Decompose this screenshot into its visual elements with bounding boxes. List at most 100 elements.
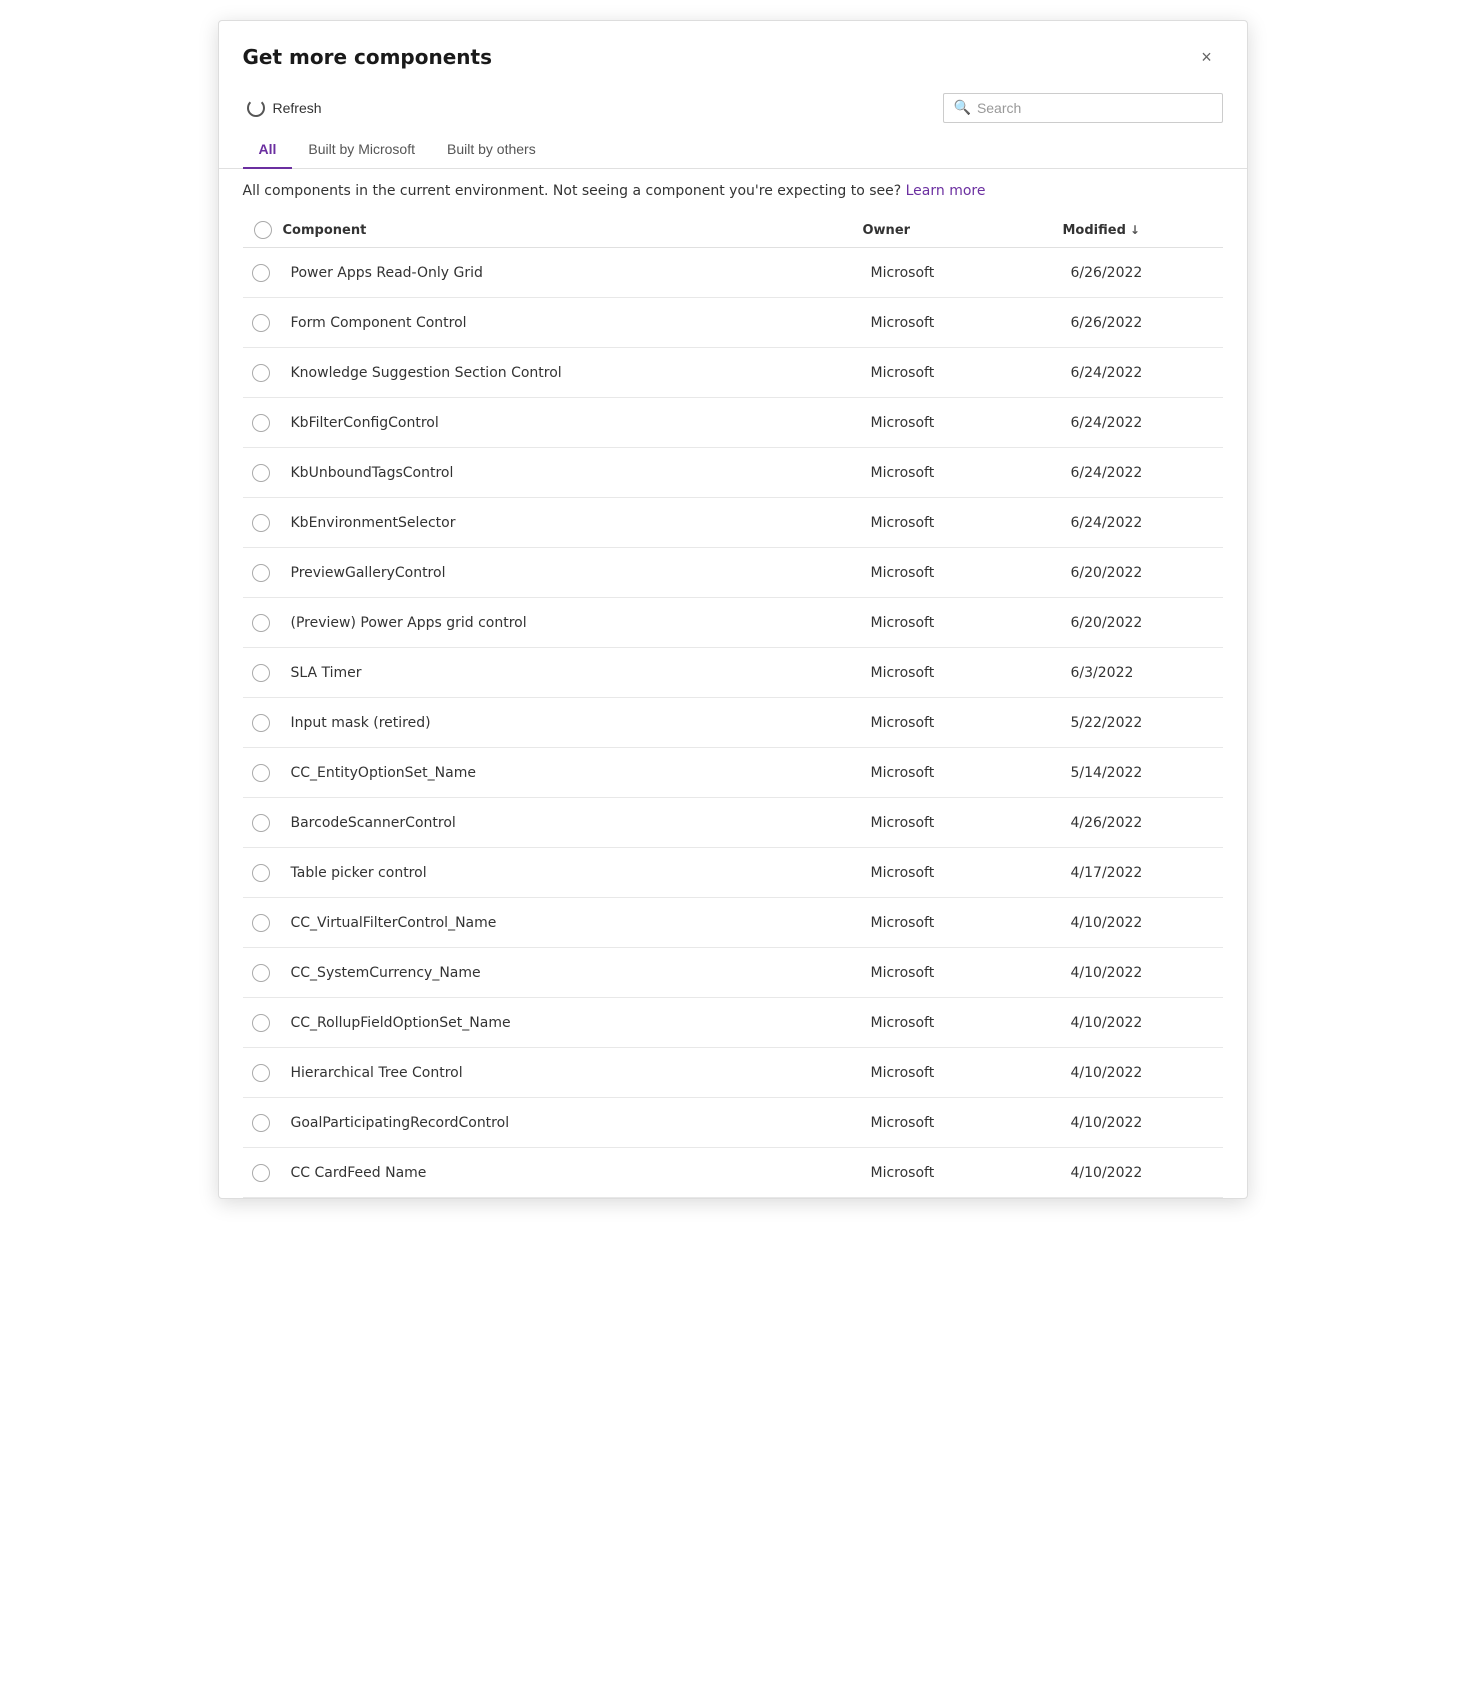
row-checkbox[interactable] — [252, 664, 270, 682]
search-box: 🔍 — [943, 93, 1223, 123]
row-checkbox-cell — [243, 700, 283, 746]
row-checkbox[interactable] — [252, 714, 270, 732]
table-row[interactable]: Power Apps Read-Only Grid Microsoft 6/26… — [243, 248, 1223, 298]
row-checkbox[interactable] — [252, 264, 270, 282]
table-row[interactable]: Form Component Control Microsoft 6/26/20… — [243, 298, 1223, 348]
owner-cell: Microsoft — [863, 701, 1063, 745]
info-bar: All components in the current environmen… — [219, 169, 1247, 213]
row-checkbox-cell — [243, 1150, 283, 1196]
table-row[interactable]: KbEnvironmentSelector Microsoft 6/24/202… — [243, 498, 1223, 548]
table-row[interactable]: Hierarchical Tree Control Microsoft 4/10… — [243, 1048, 1223, 1098]
table-row[interactable]: SLA Timer Microsoft 6/3/2022 — [243, 648, 1223, 698]
row-checkbox[interactable] — [252, 1114, 270, 1132]
owner-cell: Microsoft — [863, 1101, 1063, 1145]
row-checkbox[interactable] — [252, 1014, 270, 1032]
component-cell: SLA Timer — [283, 651, 863, 695]
table-row[interactable]: GoalParticipatingRecordControl Microsoft… — [243, 1098, 1223, 1148]
table-row[interactable]: CC CardFeed Name Microsoft 4/10/2022 — [243, 1148, 1223, 1198]
info-text: All components in the current environmen… — [243, 183, 902, 199]
owner-cell: Microsoft — [863, 451, 1063, 495]
row-checkbox-cell — [243, 500, 283, 546]
component-cell: CC CardFeed Name — [283, 1151, 863, 1195]
owner-cell: Microsoft — [863, 1001, 1063, 1045]
modified-cell: 6/3/2022 — [1063, 651, 1223, 695]
table-row[interactable]: KbFilterConfigControl Microsoft 6/24/202… — [243, 398, 1223, 448]
tab-built-by-others[interactable]: Built by others — [431, 131, 552, 169]
owner-cell: Microsoft — [863, 351, 1063, 395]
table-row[interactable]: CC_VirtualFilterControl_Name Microsoft 4… — [243, 898, 1223, 948]
row-checkbox[interactable] — [252, 764, 270, 782]
select-all-checkbox[interactable] — [254, 221, 272, 239]
modified-cell: 4/10/2022 — [1063, 951, 1223, 995]
row-checkbox-cell — [243, 250, 283, 296]
tabs-bar: All Built by Microsoft Built by others — [219, 131, 1247, 169]
tab-built-by-microsoft[interactable]: Built by Microsoft — [292, 131, 431, 169]
modified-cell: 4/10/2022 — [1063, 901, 1223, 945]
component-cell: KbFilterConfigControl — [283, 401, 863, 445]
refresh-button[interactable]: Refresh — [239, 93, 330, 123]
row-checkbox-cell — [243, 300, 283, 346]
modified-cell: 6/24/2022 — [1063, 451, 1223, 495]
owner-cell: Microsoft — [863, 951, 1063, 995]
component-cell: Knowledge Suggestion Section Control — [283, 351, 863, 395]
component-cell: (Preview) Power Apps grid control — [283, 601, 863, 645]
modified-cell: 6/26/2022 — [1063, 251, 1223, 295]
row-checkbox[interactable] — [252, 514, 270, 532]
table-row[interactable]: (Preview) Power Apps grid control Micros… — [243, 598, 1223, 648]
table-row[interactable]: Table picker control Microsoft 4/17/2022 — [243, 848, 1223, 898]
learn-more-link[interactable]: Learn more — [906, 183, 986, 199]
components-table: Component Owner Modified ↓ Power Apps Re… — [219, 213, 1247, 1198]
row-checkbox[interactable] — [252, 414, 270, 432]
row-checkbox[interactable] — [252, 314, 270, 332]
table-row[interactable]: KbUnboundTagsControl Microsoft 6/24/2022 — [243, 448, 1223, 498]
row-checkbox-cell — [243, 1100, 283, 1146]
row-checkbox[interactable] — [252, 864, 270, 882]
table-header-row: Component Owner Modified ↓ — [243, 213, 1223, 248]
row-checkbox[interactable] — [252, 914, 270, 932]
row-checkbox-cell — [243, 650, 283, 696]
sort-icon: ↓ — [1130, 223, 1140, 237]
row-checkbox-cell — [243, 750, 283, 796]
table-row[interactable]: Knowledge Suggestion Section Control Mic… — [243, 348, 1223, 398]
owner-cell: Microsoft — [863, 301, 1063, 345]
tab-all[interactable]: All — [243, 131, 293, 169]
modified-cell: 6/26/2022 — [1063, 301, 1223, 345]
component-cell: Form Component Control — [283, 301, 863, 345]
modified-cell: 4/10/2022 — [1063, 1151, 1223, 1195]
row-checkbox[interactable] — [252, 364, 270, 382]
table-row[interactable]: CC_RollupFieldOptionSet_Name Microsoft 4… — [243, 998, 1223, 1048]
owner-cell: Microsoft — [863, 751, 1063, 795]
component-cell: PreviewGalleryControl — [283, 551, 863, 595]
row-checkbox[interactable] — [252, 1064, 270, 1082]
row-checkbox[interactable] — [252, 964, 270, 982]
dialog-title: Get more components — [243, 45, 492, 69]
table-row[interactable]: Input mask (retired) Microsoft 5/22/2022 — [243, 698, 1223, 748]
close-button[interactable]: × — [1191, 41, 1223, 73]
row-checkbox[interactable] — [252, 464, 270, 482]
owner-cell: Microsoft — [863, 1051, 1063, 1095]
row-checkbox-cell — [243, 800, 283, 846]
component-cell: CC_SystemCurrency_Name — [283, 951, 863, 995]
search-input[interactable] — [977, 100, 1212, 116]
table-row[interactable]: CC_SystemCurrency_Name Microsoft 4/10/20… — [243, 948, 1223, 998]
table-row[interactable]: BarcodeScannerControl Microsoft 4/26/202… — [243, 798, 1223, 848]
table-row[interactable]: CC_EntityOptionSet_Name Microsoft 5/14/2… — [243, 748, 1223, 798]
owner-cell: Microsoft — [863, 551, 1063, 595]
row-checkbox-cell — [243, 850, 283, 896]
select-all-header — [243, 221, 283, 239]
row-checkbox[interactable] — [252, 564, 270, 582]
modified-cell: 4/17/2022 — [1063, 851, 1223, 895]
toolbar: Refresh 🔍 — [219, 85, 1247, 131]
get-more-components-dialog: Get more components × Refresh 🔍 All Buil… — [218, 20, 1248, 1199]
owner-cell: Microsoft — [863, 501, 1063, 545]
row-checkbox-cell — [243, 900, 283, 946]
row-checkbox[interactable] — [252, 814, 270, 832]
table-row[interactable]: PreviewGalleryControl Microsoft 6/20/202… — [243, 548, 1223, 598]
row-checkbox[interactable] — [252, 614, 270, 632]
modified-cell: 5/14/2022 — [1063, 751, 1223, 795]
component-cell: GoalParticipatingRecordControl — [283, 1101, 863, 1145]
modified-header[interactable]: Modified ↓ — [1063, 221, 1223, 239]
component-cell: BarcodeScannerControl — [283, 801, 863, 845]
row-checkbox[interactable] — [252, 1164, 270, 1182]
modified-cell: 6/24/2022 — [1063, 501, 1223, 545]
